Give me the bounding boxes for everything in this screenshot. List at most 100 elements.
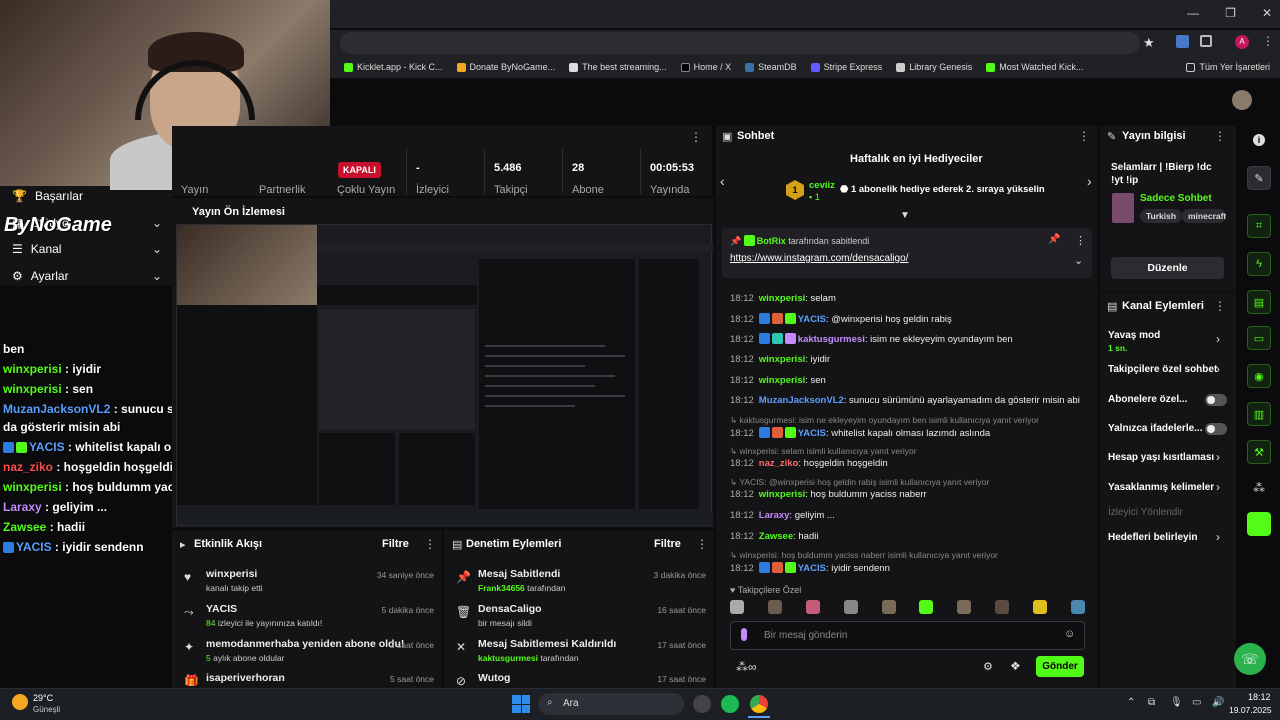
star-icon[interactable]: ★ [1143,35,1155,51]
weather-icon[interactable] [12,694,28,710]
points-icon[interactable]: ⁂∞ [736,660,757,674]
bookmark-item[interactable]: Kicklet.app - Kick C... [344,62,443,72]
chevron-right-icon[interactable]: › [1216,332,1220,346]
more-icon[interactable]: ⋮ [424,537,436,551]
emote-icon[interactable] [881,600,896,614]
windows-start-icon[interactable] [512,695,530,713]
speaker-icon[interactable]: 🔊 [1212,697,1224,708]
bookmark-item[interactable]: Donate ByNoGame... [456,62,555,72]
more-icon[interactable]: ⋮ [696,537,708,551]
chevron-down-icon[interactable]: ⌄ [1074,254,1083,267]
gift-icon[interactable]: ❖ [1010,659,1021,673]
more-icon[interactable]: ⋮ [1075,234,1086,247]
spotify-icon[interactable] [721,695,739,713]
mic-icon[interactable] [741,628,747,641]
chevron-left-icon[interactable]: ‹ [720,173,725,189]
all-bookmarks[interactable]: Tüm Yer İşaretleri [1186,62,1270,72]
network-icon[interactable]: ⧉ [1148,697,1155,708]
bookmark-item[interactable]: Library Genesis [896,62,972,72]
sidebar-item-settings[interactable]: ⚙ Ayarlar ⌄ [12,269,162,283]
chevron-right-icon[interactable]: › [1216,362,1220,376]
banned-words[interactable]: Yasaklanmış kelimeler [1108,482,1214,493]
document-icon[interactable]: ▤ [1247,290,1271,314]
clip-icon[interactable]: ⌗ [1247,214,1271,238]
emote-icon[interactable] [767,600,782,614]
chevron-right-icon[interactable]: › [1216,530,1220,544]
broadcast-icon[interactable]: ◉ [1247,364,1271,388]
emote-icon[interactable] [957,600,972,614]
preview-video[interactable] [176,224,713,526]
bookmark-item[interactable]: Home / X [680,62,731,72]
subscribers-only-toggle[interactable] [1205,394,1227,406]
edit-button[interactable]: Düzenle [1111,257,1224,279]
gear-icon[interactable]: ⚙ [983,660,993,673]
emote-icon[interactable] [805,600,820,614]
apps-icon[interactable]: ⁂ [1253,481,1265,495]
monitor-icon[interactable]: ▭ [1192,697,1201,708]
chevron-right-icon[interactable]: › [1216,480,1220,494]
more-icon[interactable]: ⋮ [1214,299,1226,313]
translate-icon[interactable] [1176,35,1189,48]
support-icon[interactable]: ☏ [1234,643,1266,675]
emote-icon[interactable] [730,600,744,614]
clock-time[interactable]: 18:12 [1248,692,1271,702]
account-age-restriction[interactable]: Hesap yaşı kısıtlaması [1108,452,1214,463]
avatar[interactable] [1232,90,1252,110]
filter-button[interactable]: Filtre [382,538,409,550]
maximize-button[interactable]: ❐ [1225,6,1236,20]
chevron-right-icon[interactable]: › [1216,450,1220,464]
followers-only-chat[interactable]: Takipçilere özel sohbet [1108,364,1217,375]
chat-bubble-icon[interactable]: ▭ [1247,326,1271,350]
clock-date[interactable]: 19.07.2025 [1229,705,1272,715]
filter-icon[interactable]: ▼ [900,210,910,221]
minimize-button[interactable]: — [1187,6,1199,20]
chat-message: 18:12 winxperisi: selam [730,293,836,304]
emote-icon[interactable] [995,600,1010,614]
chevron-right-icon[interactable]: › [1087,173,1092,189]
close-button[interactable]: ✕ [1262,6,1272,20]
edit-icon[interactable]: ✎ [1247,166,1271,190]
chat-input[interactable]: Bir mesaj gönderin [764,630,847,641]
more-icon[interactable]: ⋮ [1078,129,1090,143]
bolt-icon[interactable]: ϟ [1247,252,1271,276]
filter-button[interactable]: Filtre [654,538,681,550]
app-tile-icon[interactable] [1247,512,1271,536]
bookmark-item[interactable]: Most Watched Kick... [986,62,1083,72]
more-icon[interactable]: ⋮ [1214,129,1226,143]
bookmark-item[interactable]: SteamDB [745,62,797,72]
send-button[interactable]: Gönder [1036,656,1084,677]
profile-icon[interactable]: A [1235,35,1249,49]
sidebar-item-achievements[interactable]: 🏆 Başarılar [12,189,162,203]
wrench-icon[interactable]: ⚒ [1247,440,1271,464]
extensions-icon[interactable] [1200,35,1212,47]
more-icon[interactable]: ⋮ [690,130,702,144]
emotes-only[interactable]: Yalnızca ifadelerle... [1108,423,1203,434]
info-icon[interactable]: i [1253,134,1265,146]
tag-chip[interactable]: minecraft [1182,209,1226,223]
tag-chip[interactable]: Turkish [1140,209,1183,223]
gifter-name[interactable]: ceviiz [809,180,835,191]
bookmark-item[interactable]: The best streaming... [569,62,667,72]
taskbar-search[interactable] [538,693,684,715]
pinned-link[interactable]: https://www.instagram.com/densacaligo/ [730,253,908,264]
storage-icon[interactable]: ▥ [1247,402,1271,426]
emoji-icon[interactable]: ☺ [1064,628,1075,640]
set-goals[interactable]: Hedefleri belirleyin [1108,532,1197,543]
app-icon[interactable] [693,695,711,713]
chevron-up-icon[interactable]: ⌃ [1127,697,1135,708]
chrome-icon[interactable] [750,695,768,713]
emote-icon[interactable] [843,600,858,614]
emote-icon[interactable] [1033,600,1047,614]
menu-dots-icon[interactable]: ⋮ [1262,34,1274,48]
address-bar[interactable] [340,32,1140,54]
sidebar-item-channel[interactable]: ☰ Kanal ⌄ [12,242,162,256]
slow-mode[interactable]: Yavaş mod [1108,330,1160,341]
emote-icon[interactable] [919,600,934,614]
emote-icon[interactable] [1070,600,1085,614]
emotes-only-toggle[interactable] [1205,423,1227,435]
category-name[interactable]: Sadece Sohbet [1140,193,1212,204]
mic-icon[interactable]: 🎙 [1170,697,1183,708]
bookmark-item[interactable]: Stripe Express [810,62,882,72]
subscribers-only[interactable]: Abonelere özel... [1108,394,1187,405]
unpin-icon[interactable]: 📌 [1048,234,1060,245]
